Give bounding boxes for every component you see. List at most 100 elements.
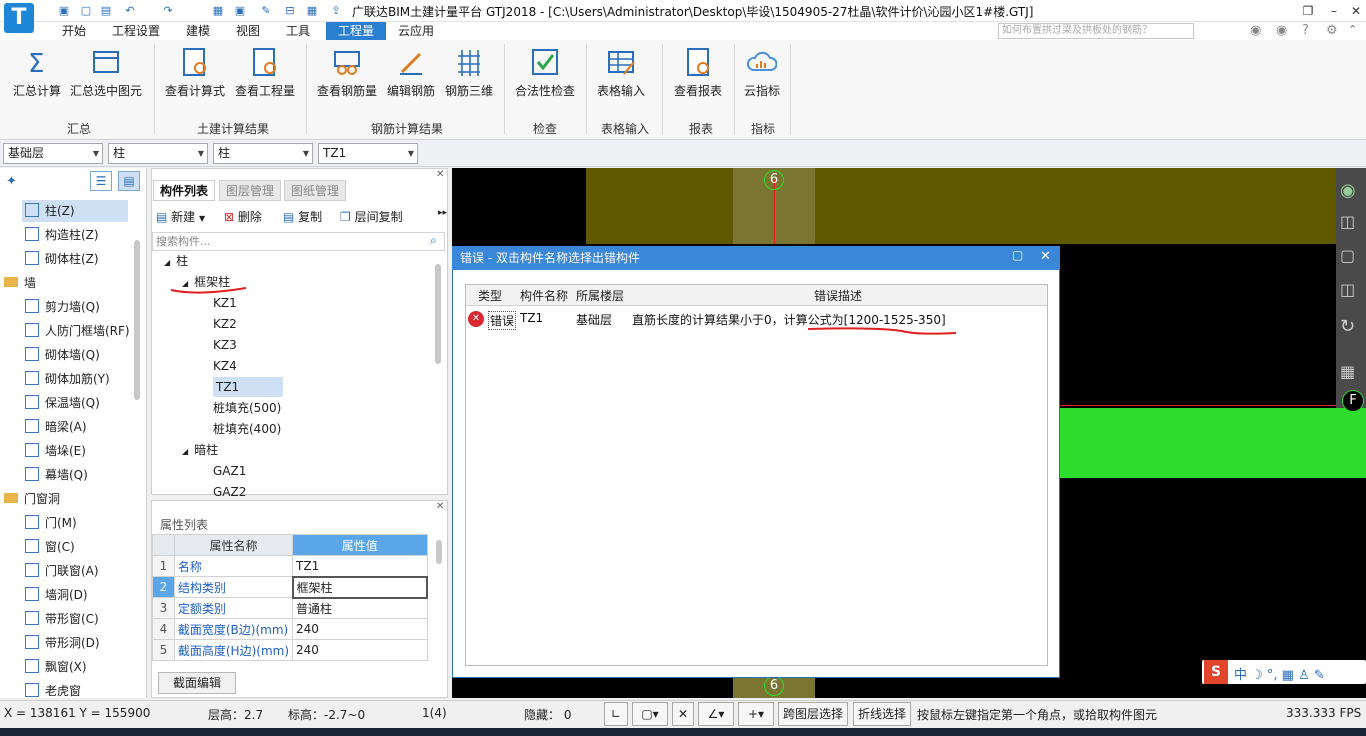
expand-icon[interactable]: ◢ [182, 447, 188, 456]
minimize-icon[interactable]: – [1322, 2, 1346, 20]
cross-layer-select-button[interactable]: 跨图层选择 [778, 702, 849, 726]
component-select[interactable]: TZ1 ▼ [318, 143, 418, 164]
view-report-button[interactable]: 查看报表 [670, 46, 726, 99]
expand-icon[interactable]: ◢ [164, 258, 170, 267]
menu-project-settings[interactable]: 工程设置 [104, 22, 168, 40]
nav-item[interactable]: 幕墙(Q) [22, 464, 88, 486]
ruler-icon[interactable]: ⊟ [282, 3, 298, 18]
pencil-icon[interactable]: ✎ [258, 3, 274, 18]
grid-view-icon[interactable]: ▦ [1340, 362, 1355, 381]
nav-item[interactable]: 门联窗(A) [22, 560, 99, 582]
nav-item[interactable]: 门(M) [22, 512, 77, 534]
ortho-icon[interactable]: ∟ [604, 702, 628, 726]
floor-select[interactable]: 基础层 ▼ [3, 143, 103, 164]
tree-node[interactable]: 桩填充(500) [213, 398, 281, 418]
category-select[interactable]: 柱 ▼ [108, 143, 208, 164]
cross-icon[interactable]: ✕ [672, 702, 694, 726]
component-search-input[interactable]: 搜索构件... [152, 232, 445, 251]
property-value[interactable]: TZ1 [292, 555, 428, 577]
property-value[interactable]: 框架柱 [291, 575, 429, 599]
angle-icon[interactable]: ∠▾ [698, 702, 734, 726]
nav-item[interactable]: 带形窗(C) [22, 608, 99, 630]
tree-node[interactable]: GAZ1 [213, 461, 246, 481]
nav-item[interactable]: 人防门框墙(RF) [22, 320, 130, 342]
nav-item[interactable]: 柱(Z) [22, 200, 128, 222]
tab-layer-management[interactable]: 图层管理 [219, 180, 282, 201]
globe-icon[interactable]: ◉ [1340, 180, 1356, 201]
copy-between-floors-button[interactable]: ❐ 层间复制 [340, 208, 403, 225]
tree-view-icon[interactable]: ▤ [118, 171, 140, 191]
summary-calc-button[interactable]: Σ 汇总计算 [10, 46, 64, 99]
table-input-button[interactable]: 表格输入 [594, 46, 648, 99]
close-panel-icon[interactable]: ✕ [436, 501, 444, 512]
property-row[interactable]: 4 截面宽度(B边)(mm) 240 [152, 618, 428, 640]
top-view-icon[interactable]: ▢ [1340, 246, 1355, 265]
3d-view-icon[interactable]: ◫ [1340, 212, 1355, 231]
snap-icon[interactable]: ▢▾ [632, 702, 668, 726]
nav-item[interactable]: 剪力墙(Q) [22, 296, 100, 318]
view-rebar-button[interactable]: 查看钢筋量 [314, 46, 380, 99]
undo-icon[interactable]: ↶ [122, 3, 138, 18]
tree-node[interactable]: 桩填充(400) [213, 419, 281, 439]
menu-tools[interactable]: 工具 [278, 22, 318, 40]
pin-icon[interactable]: ✦ [6, 174, 17, 189]
menu-start[interactable]: 开始 [54, 22, 94, 40]
menu-cloud[interactable]: 云应用 [390, 22, 442, 40]
tab-component-list[interactable]: 构件列表 [153, 180, 216, 201]
rotate-icon[interactable]: ↻ [1340, 316, 1355, 337]
tree-node[interactable]: GAZ2 [213, 482, 246, 502]
search-icon[interactable]: ⌕ [430, 233, 437, 248]
property-value[interactable]: 240 [292, 639, 428, 661]
list-view-icon[interactable]: ☰ [90, 171, 112, 191]
error-component[interactable]: TZ1 [520, 311, 543, 325]
ribbon-collapse-icon[interactable]: ⌃ [1348, 23, 1357, 36]
nav-item[interactable]: 砌体加筋(Y) [22, 368, 110, 390]
rebar-3d-button[interactable]: 钢筋三维 [442, 46, 496, 99]
tree-node[interactable]: KZ3 [213, 335, 237, 355]
new-component-button[interactable]: ▤ 新建 ▼ [156, 208, 205, 225]
type-select[interactable]: 柱 ▼ [213, 143, 313, 164]
save-icon[interactable]: ▣ [56, 3, 72, 18]
menu-quantities[interactable]: 工程量 [326, 22, 386, 40]
view-quantity-button[interactable]: 查看工程量 [232, 46, 298, 99]
nav-category[interactable]: 墙 [4, 272, 36, 294]
legality-check-button[interactable]: 合法性检查 [512, 46, 578, 99]
delete-button[interactable]: ⊠ 删除 [224, 208, 262, 225]
grid-icon[interactable]: ▦ [210, 3, 226, 18]
help-search-input[interactable]: 如何布置拱过梁及拱板处的钢筋？ [998, 23, 1194, 39]
summary-selected-button[interactable]: 汇总选中图元 [68, 46, 144, 99]
tree-node[interactable]: ◢ 暗柱 [182, 440, 218, 460]
new-file-icon[interactable]: ▢ [78, 3, 94, 18]
close-dialog-icon[interactable]: ✕ [1040, 249, 1051, 264]
nav-item[interactable]: 墙洞(D) [22, 584, 88, 606]
property-row[interactable]: 1 名称 TZ1 [152, 555, 428, 577]
close-panel-icon[interactable]: ✕ [436, 169, 444, 180]
open-file-icon[interactable]: ▤ [98, 3, 114, 18]
restore-window-icon[interactable]: ❐ [1296, 2, 1320, 20]
section-edit-button[interactable]: 截面编辑 [158, 672, 236, 694]
menu-modeling[interactable]: 建模 [178, 22, 218, 40]
avatar-icon[interactable]: ◉ [1276, 23, 1287, 38]
cloud-index-button[interactable]: 云指标 [740, 46, 784, 99]
nav-category[interactable]: 门窗洞 [4, 488, 60, 510]
ime-status-icons[interactable]: 中 ☽ °, ▦ ♙ ✎ [1234, 664, 1325, 683]
edit-rebar-button[interactable]: 编辑钢筋 [384, 46, 438, 99]
menu-view[interactable]: 视图 [228, 22, 268, 40]
slab-element[interactable] [1048, 408, 1366, 478]
nav-item[interactable]: 保温墙(Q) [22, 392, 100, 414]
property-row[interactable]: 2 结构类别 框架柱 [152, 575, 429, 599]
nav-item[interactable]: 老虎窗 [22, 680, 81, 702]
nav-item[interactable]: 砌体墙(Q) [22, 344, 100, 366]
ime-logo-icon[interactable]: S [1204, 660, 1228, 684]
tree-node[interactable]: KZ1 [213, 293, 237, 313]
nav-item[interactable]: 构造柱(Z) [22, 224, 99, 246]
property-value[interactable]: 普通柱 [292, 597, 428, 619]
settings-icon[interactable]: ⚙ [1326, 23, 1338, 38]
close-window-icon[interactable]: ✕ [1344, 2, 1366, 20]
user-icon[interactable]: ◉ [1250, 23, 1261, 38]
property-value[interactable]: 240 [292, 618, 428, 640]
property-row[interactable]: 3 定额类别 普通柱 [152, 597, 428, 619]
upload-icon[interactable]: ⇪ [328, 3, 344, 18]
view-formula-button[interactable]: 查看计算式 [162, 46, 228, 99]
property-scrollbar[interactable] [436, 540, 442, 564]
